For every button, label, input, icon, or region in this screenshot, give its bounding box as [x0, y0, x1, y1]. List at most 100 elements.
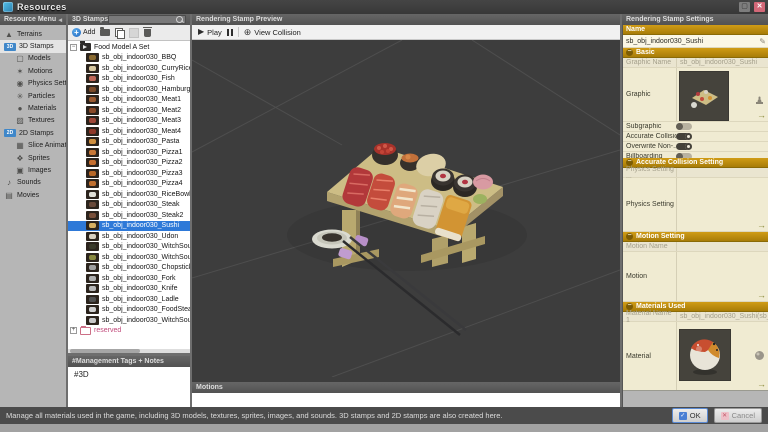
add-button[interactable]: + Add	[72, 28, 95, 37]
material-detail-arrow[interactable]: →	[757, 380, 766, 388]
graphic-name-label: Graphic Name	[623, 58, 676, 67]
stamp-list-item[interactable]: sb_obj_indoor030_Fish	[68, 74, 190, 85]
horizontal-scrollbar[interactable]	[68, 349, 190, 353]
stamp-list-item[interactable]: sb_obj_indoor030_Knife	[68, 284, 190, 295]
material-sphere-tool-icon[interactable]	[754, 350, 765, 363]
stamp-list-item[interactable]: sb_obj_indoor030_Ladle	[68, 294, 190, 305]
resource-menu-item[interactable]: ◉ Physics Settings	[0, 78, 66, 90]
pause-button[interactable]	[227, 29, 233, 36]
stamp-list-item[interactable]: sb_obj_indoor030_Pizza4	[68, 179, 190, 190]
search-input[interactable]	[108, 15, 186, 24]
stamp-list-item[interactable]: sb_obj_indoor030_Fork	[68, 273, 190, 284]
stamp-thumbnail-icon	[86, 316, 99, 325]
view-collision-button[interactable]: ⊕ View Collision	[244, 27, 301, 37]
graphic-preview-cell[interactable]: →	[676, 68, 768, 121]
stamp-list-item[interactable]: sb_obj_indoor030_BBQ	[68, 53, 190, 64]
resource-menu-item[interactable]: ▢ Models	[0, 53, 66, 65]
resource-menu-item[interactable]: ✳ Particles	[0, 90, 66, 102]
stamp-list-item[interactable]: sb_obj_indoor030_Steak	[68, 200, 190, 211]
motion-detail-arrow[interactable]: →	[757, 291, 766, 299]
cancel-button[interactable]: ✕ Cancel	[714, 408, 762, 423]
stamp-list-item[interactable]: sb_obj_indoor030_WitchSoup	[68, 242, 190, 253]
stamp-item-label: sb_obj_indoor030_CurryRice	[102, 65, 190, 72]
stamp-list-item[interactable]: sb_obj_indoor030_WitchSoup2	[68, 252, 190, 263]
graphic-name-row: Graphic Name sb_obj_indoor030_Sushi	[623, 58, 768, 68]
collapse-section-icon[interactable]: −	[626, 233, 633, 240]
resource-menu-item[interactable]: ♪ Sounds	[0, 177, 66, 189]
tags-header: #Management Tags + Notes	[68, 356, 190, 367]
stamp-list-item[interactable]: sb_obj_indoor030_Pizza2	[68, 158, 190, 169]
stamp-list-item[interactable]: sb_obj_indoor030_Meat1	[68, 95, 190, 106]
resource-menu-item[interactable]: ▨ Textures	[0, 115, 66, 127]
resource-menu-item[interactable]: ▦ Slice Animation	[0, 140, 66, 152]
stamp-list-item[interactable]: sb_obj_indoor030_Udon	[68, 231, 190, 242]
collapse-sidebar-icon[interactable]: ◂	[58, 16, 62, 24]
motion-section-header[interactable]: − Motion Setting	[623, 232, 768, 242]
stamp-thumbnail-icon	[86, 305, 99, 314]
stamp-list-item[interactable]: sb_obj_indoor030_Meat2	[68, 105, 190, 116]
tree-reserved-row[interactable]: + reserved	[68, 326, 190, 337]
stamp-tool-icon[interactable]	[754, 94, 765, 107]
tree-collapse-icon[interactable]: −	[70, 44, 77, 51]
name-input[interactable]: sb_obj_indoor030_Sushi ✎	[623, 35, 768, 48]
duplicate-button[interactable]	[115, 28, 124, 37]
stamp-list-panel: 3D Stamps + Add − Food Model A Set	[68, 14, 190, 407]
stamp-thumbnail-icon	[86, 179, 99, 188]
new-folder-button[interactable]	[100, 29, 110, 36]
graphic-preview-thumbnail[interactable]	[679, 71, 729, 121]
stamp-list-item[interactable]: sb_obj_indoor030_CurryRice	[68, 63, 190, 74]
stamp-list-item[interactable]: sb_obj_indoor030_Pasta	[68, 137, 190, 148]
stamp-list-item[interactable]: sb_obj_indoor030_Meat4	[68, 126, 190, 137]
material-name-label: Material Name 1	[623, 312, 676, 321]
stamp-list-item[interactable]: sb_obj_indoor030_Pizza1	[68, 147, 190, 158]
ok-label: OK	[690, 411, 701, 420]
graphic-detail-arrow[interactable]: →	[757, 111, 766, 119]
preview-viewport[interactable]	[192, 40, 620, 382]
toggle-switch[interactable]	[676, 123, 692, 130]
physics-name-value	[676, 168, 768, 177]
stamp-list-item[interactable]: sb_obj_indoor030_Chopsticks	[68, 263, 190, 274]
play-button[interactable]: ▶ Play	[198, 27, 222, 37]
stamp-thumbnail-icon	[86, 242, 99, 251]
motions-list-area[interactable]	[192, 393, 620, 407]
stamp-item-label: sb_obj_indoor030_Meat4	[102, 128, 181, 135]
toggle-switch[interactable]	[676, 133, 692, 140]
resource-menu-item[interactable]: ✶ Motions	[0, 65, 66, 77]
resource-menu-item[interactable]: ▣ Images	[0, 164, 66, 176]
resource-menu-item-icon: ✶	[15, 67, 25, 76]
delete-button[interactable]	[144, 29, 151, 37]
physics-setting-cell[interactable]: →	[676, 178, 768, 231]
resource-menu-item-label: Models	[28, 55, 51, 62]
stamp-list-item[interactable]: sb_obj_indoor030_Pizza3	[68, 168, 190, 179]
name-header-label: Name	[626, 26, 645, 33]
stamp-list-item[interactable]: sb_obj_indoor030_HamburgStake	[68, 84, 190, 95]
close-button[interactable]: ✕	[754, 2, 765, 12]
stamp-list-item[interactable]: sb_obj_indoor030_WitchSoup_Bub	[68, 315, 190, 326]
motion-cell[interactable]: →	[676, 252, 768, 301]
resource-menu-item[interactable]: ▲ Terrains	[0, 28, 66, 40]
basic-section-header[interactable]: − Basic	[623, 48, 768, 58]
toggle-switch[interactable]	[676, 143, 692, 150]
stamp-list-item[interactable]: sb_obj_indoor030_RiceBowl	[68, 189, 190, 200]
stamp-list-item[interactable]: sb_obj_indoor030_Sushi	[68, 221, 190, 232]
stamp-list-item[interactable]: sb_obj_indoor030_Steak2	[68, 210, 190, 221]
collapse-section-icon[interactable]: −	[626, 49, 633, 56]
stamp-list-item[interactable]: sb_obj_indoor030_FoodSteam	[68, 305, 190, 316]
restore-button[interactable]: ▢	[739, 2, 750, 12]
tree-folder-row[interactable]: − Food Model A Set	[68, 42, 190, 53]
tags-notes-area[interactable]: #3D	[68, 367, 190, 407]
stamp-list-item[interactable]: sb_obj_indoor030_Meat3	[68, 116, 190, 127]
resource-menu-item[interactable]: ▤ Movies	[0, 189, 66, 201]
edit-pencil-icon[interactable]: ✎	[759, 37, 766, 46]
ok-button[interactable]: ✓ OK	[672, 408, 708, 423]
resource-menu-item[interactable]: ❖ Sprites	[0, 152, 66, 164]
resource-menu-item[interactable]: 3D 3D Stamps	[0, 40, 66, 52]
window-titlebar[interactable]: Resources ▢ ✕	[0, 0, 768, 14]
physics-detail-arrow[interactable]: →	[757, 221, 766, 229]
resource-menu-item[interactable]: ● Materials	[0, 102, 66, 114]
resource-menu-item[interactable]: 2D 2D Stamps	[0, 127, 66, 139]
material-preview-cell[interactable]: →	[676, 322, 768, 390]
tree-expand-icon[interactable]: +	[70, 327, 77, 334]
material-preview-thumbnail[interactable]	[679, 329, 731, 381]
scrollbar-thumb[interactable]	[70, 349, 140, 353]
